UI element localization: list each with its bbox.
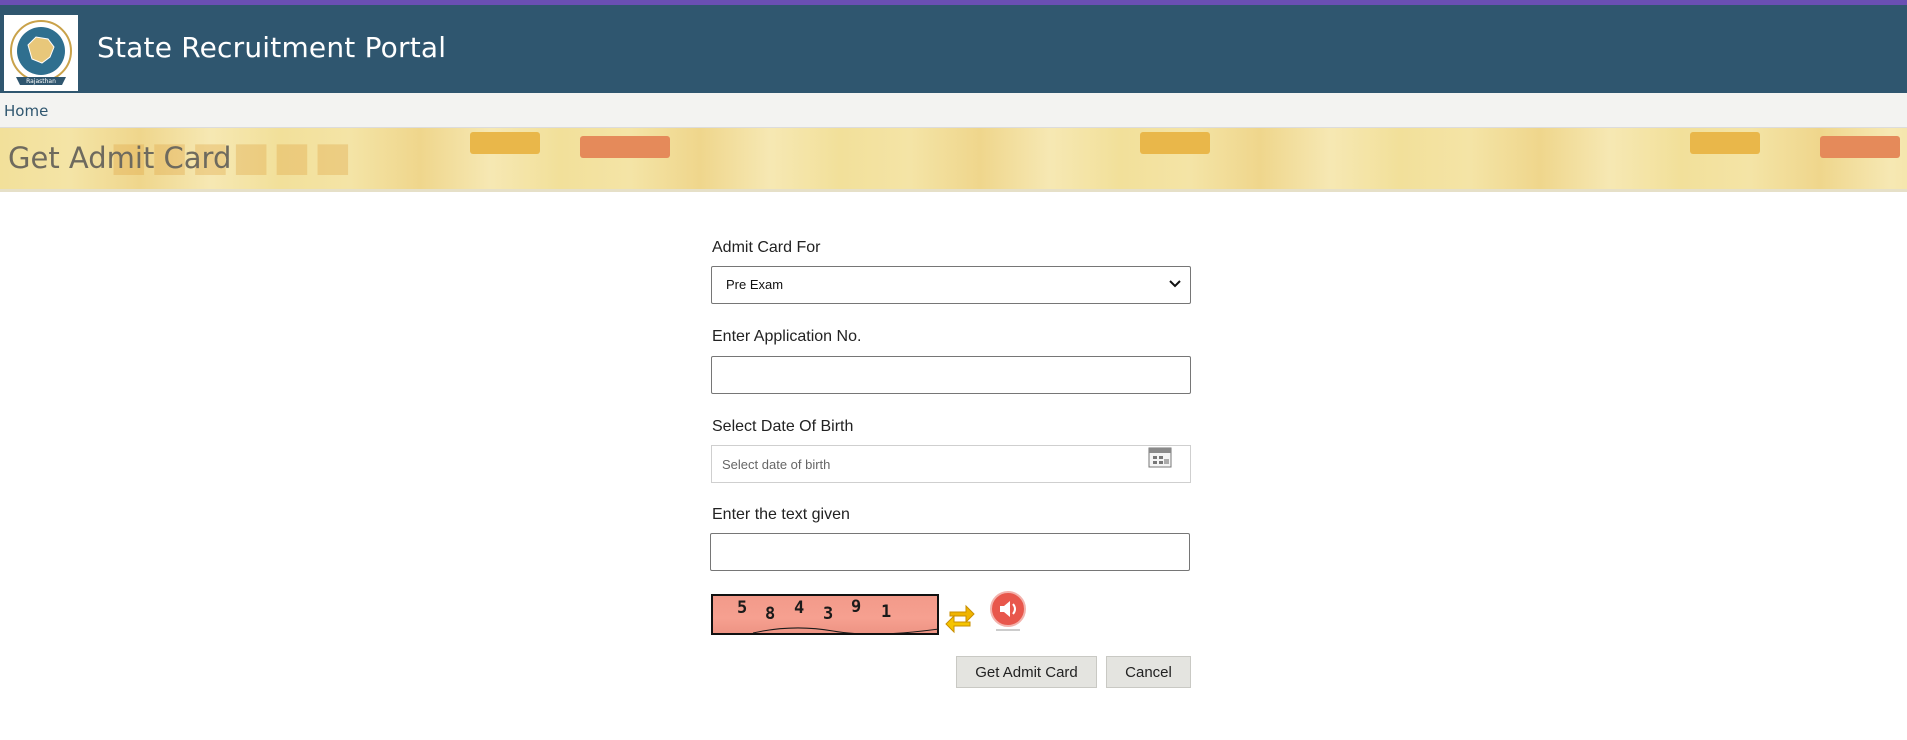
state-emblem-logo[interactable]: Rajasthan — [4, 15, 78, 91]
refresh-icon[interactable] — [944, 600, 976, 639]
captcha-image: 5 8 4 3 9 1 — [711, 594, 939, 635]
admit-card-for-value: Pre Exam — [726, 277, 784, 292]
application-no-input[interactable] — [711, 356, 1191, 394]
admit-card-for-select[interactable]: Pre Exam — [711, 266, 1191, 304]
banner-chip — [1820, 136, 1900, 158]
cancel-button[interactable]: Cancel — [1106, 656, 1191, 688]
audio-speaker-icon[interactable] — [989, 591, 1027, 640]
logo-text: Rajasthan — [26, 78, 56, 85]
banner-chip — [580, 136, 670, 158]
get-admit-card-button[interactable]: Get Admit Card — [956, 656, 1097, 688]
banner-chip — [470, 132, 540, 154]
banner-chip — [1140, 132, 1210, 154]
nav-home-link[interactable]: Home — [4, 102, 48, 120]
calendar-icon[interactable] — [1148, 446, 1172, 473]
dob-placeholder: Select date of birth — [722, 457, 831, 472]
dob-label: Select Date Of Birth — [712, 418, 854, 435]
site-header: Rajasthan State Recruitment Portal — [0, 5, 1907, 93]
dob-input[interactable]: Select date of birth — [711, 445, 1191, 483]
breadcrumb-bar: Home — [0, 93, 1907, 128]
page-banner: ■■■■■■ Get Admit Card — [0, 128, 1907, 192]
captcha-input[interactable] — [710, 533, 1190, 571]
admit-card-for-label: Admit Card For — [712, 239, 821, 256]
site-title: State Recruitment Portal — [97, 31, 447, 64]
captcha-noise — [752, 627, 937, 633]
page-title: Get Admit Card — [8, 141, 232, 175]
application-no-label: Enter Application No. — [712, 328, 862, 345]
captcha-input-label: Enter the text given — [712, 506, 850, 523]
banner-chip — [1690, 132, 1760, 154]
chevron-down-icon — [1166, 275, 1184, 298]
